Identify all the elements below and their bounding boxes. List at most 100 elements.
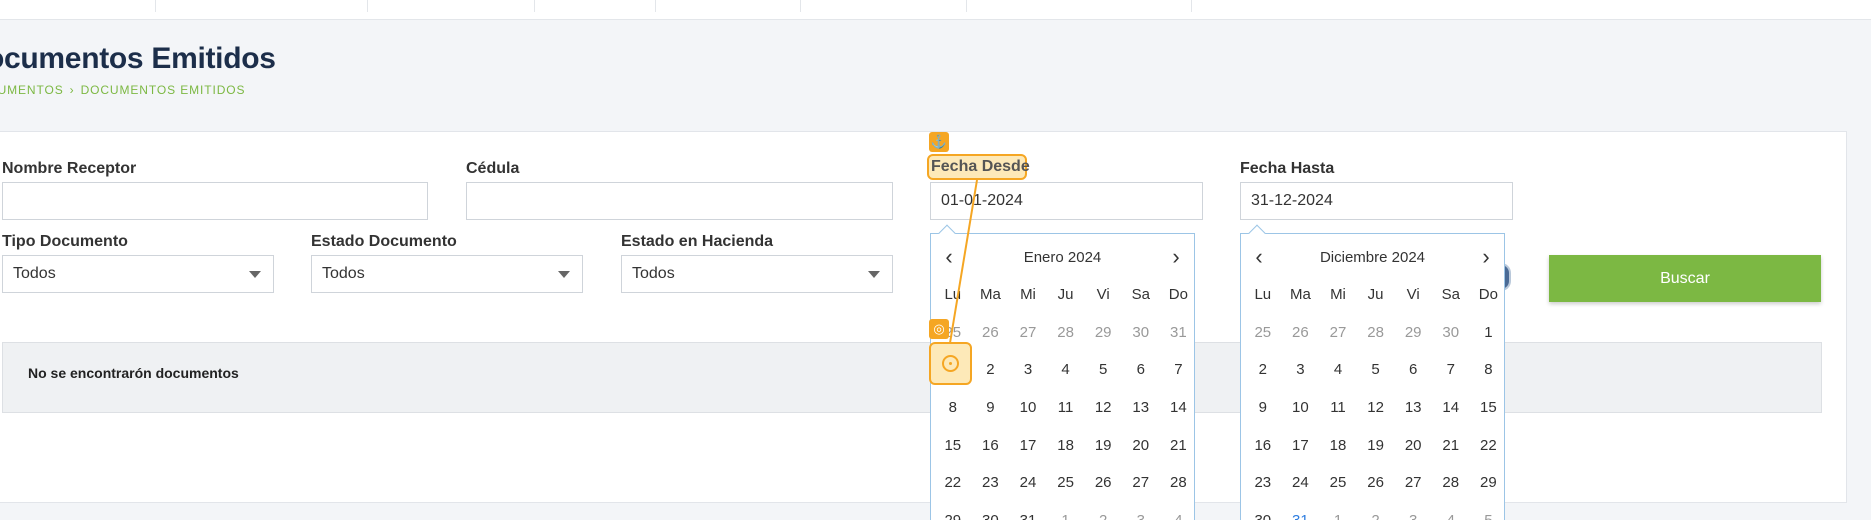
- calendar-day[interactable]: 9: [972, 389, 1010, 427]
- calendar-day[interactable]: 21: [1160, 427, 1198, 465]
- calendar-day[interactable]: 31: [1160, 314, 1198, 352]
- calendar-day[interactable]: 18: [1047, 427, 1085, 465]
- calendar-day[interactable]: 6: [1394, 351, 1432, 389]
- calendar-day[interactable]: 2: [1357, 502, 1395, 520]
- annotation-target-highlight[interactable]: [929, 342, 972, 385]
- calendar-day[interactable]: 25: [1047, 464, 1085, 502]
- calendar-day[interactable]: 3: [1282, 351, 1320, 389]
- calendar-day[interactable]: 26: [1282, 314, 1320, 352]
- chevron-left-icon[interactable]: ‹: [934, 244, 964, 272]
- annotation-source-highlight: Fecha Desde: [927, 154, 1030, 180]
- calendar-day[interactable]: 28: [1047, 314, 1085, 352]
- chevron-left-icon[interactable]: ‹: [1244, 244, 1274, 272]
- calendar-day[interactable]: 25: [1244, 314, 1282, 352]
- calendar-day[interactable]: 19: [1084, 427, 1122, 465]
- calendar-day[interactable]: 31: [1009, 502, 1047, 520]
- calendar-day[interactable]: 30: [1244, 502, 1282, 520]
- calendar-day[interactable]: 5: [1084, 351, 1122, 389]
- chevron-right-icon[interactable]: ›: [1161, 244, 1191, 272]
- calendar-day[interactable]: 23: [972, 464, 1010, 502]
- estado-documento-select[interactable]: Todos: [311, 255, 583, 293]
- calendar-day[interactable]: 4: [1319, 351, 1357, 389]
- calendar-day[interactable]: 27: [1122, 464, 1160, 502]
- calendar-day[interactable]: 3: [1009, 351, 1047, 389]
- calendar-day[interactable]: 31: [1282, 502, 1320, 520]
- calendar-day[interactable]: 14: [1160, 389, 1198, 427]
- calendar-day[interactable]: 19: [1357, 427, 1395, 465]
- nombre-receptor-input[interactable]: [2, 182, 428, 220]
- calendar-day[interactable]: 2: [1244, 351, 1282, 389]
- tipo-documento-select[interactable]: Todos: [2, 255, 274, 293]
- calendar-day[interactable]: 16: [1244, 427, 1282, 465]
- calendar-day[interactable]: 29: [1084, 314, 1122, 352]
- calendar-day[interactable]: 3: [1122, 502, 1160, 520]
- calendar-day[interactable]: 13: [1122, 389, 1160, 427]
- calendar-day[interactable]: 6: [1122, 351, 1160, 389]
- calendar-day[interactable]: 1: [1470, 314, 1508, 352]
- calendar-day[interactable]: 26: [1357, 464, 1395, 502]
- calendar-day[interactable]: 27: [1009, 314, 1047, 352]
- calendar-day[interactable]: 30: [1432, 314, 1470, 352]
- calendar-day[interactable]: 15: [934, 427, 972, 465]
- fecha-hasta-input[interactable]: 31-12-2024: [1240, 182, 1513, 220]
- calendar-day[interactable]: 1: [1047, 502, 1085, 520]
- calendar-day[interactable]: 15: [1470, 389, 1508, 427]
- cedula-input[interactable]: [466, 182, 893, 220]
- calendar-day[interactable]: 18: [1319, 427, 1357, 465]
- target-icon: ◎: [929, 319, 949, 339]
- calendar-day[interactable]: 30: [1122, 314, 1160, 352]
- buscar-button[interactable]: Buscar: [1549, 255, 1821, 302]
- calendar-day[interactable]: 13: [1394, 389, 1432, 427]
- calendar-day[interactable]: 9: [1244, 389, 1282, 427]
- chevron-right-icon[interactable]: ›: [1471, 244, 1501, 272]
- calendar-day[interactable]: 23: [1244, 464, 1282, 502]
- calendar-day[interactable]: 29: [1394, 314, 1432, 352]
- estado-hacienda-select[interactable]: Todos: [621, 255, 893, 293]
- breadcrumb-item-documentos[interactable]: CUMENTOS: [0, 83, 64, 97]
- calendar-day[interactable]: 5: [1470, 502, 1508, 520]
- calendar-day[interactable]: 28: [1357, 314, 1395, 352]
- calendar-day[interactable]: 4: [1160, 502, 1198, 520]
- calendar-day[interactable]: 17: [1282, 427, 1320, 465]
- calendar-day[interactable]: 4: [1432, 502, 1470, 520]
- calendar-day[interactable]: 3: [1394, 502, 1432, 520]
- calendar-day[interactable]: 12: [1357, 389, 1395, 427]
- calendar-day[interactable]: 2: [1084, 502, 1122, 520]
- calendar-day[interactable]: 1: [1319, 502, 1357, 520]
- calendar-day[interactable]: 28: [1160, 464, 1198, 502]
- calendar-day[interactable]: 25: [1319, 464, 1357, 502]
- calendar-day[interactable]: 14: [1432, 389, 1470, 427]
- calendar-week-row: 2345678: [1244, 351, 1507, 389]
- calendar-day[interactable]: 29: [934, 502, 972, 520]
- calendar-day[interactable]: 7: [1432, 351, 1470, 389]
- calendar-day[interactable]: 22: [934, 464, 972, 502]
- calendar-day[interactable]: 11: [1047, 389, 1085, 427]
- calendar-day[interactable]: 10: [1282, 389, 1320, 427]
- fecha-desde-input[interactable]: 01-01-2024: [930, 182, 1203, 220]
- calendar-day[interactable]: 8: [1470, 351, 1508, 389]
- calendar-day[interactable]: 20: [1122, 427, 1160, 465]
- calendar-day[interactable]: 27: [1319, 314, 1357, 352]
- calendar-day[interactable]: 24: [1282, 464, 1320, 502]
- calendar-day[interactable]: 24: [1009, 464, 1047, 502]
- calendar-day[interactable]: 11: [1319, 389, 1357, 427]
- calendar-day[interactable]: 30: [972, 502, 1010, 520]
- calendar-day[interactable]: 28: [1432, 464, 1470, 502]
- calendar-day[interactable]: 12: [1084, 389, 1122, 427]
- calendar-day[interactable]: 7: [1160, 351, 1198, 389]
- calendar-day[interactable]: 27: [1394, 464, 1432, 502]
- weekday-label: Lu: [944, 286, 962, 303]
- calendar-day[interactable]: 10: [1009, 389, 1047, 427]
- calendar-day[interactable]: 26: [1084, 464, 1122, 502]
- calendar-day[interactable]: 2: [972, 351, 1010, 389]
- calendar-day[interactable]: 17: [1009, 427, 1047, 465]
- calendar-day[interactable]: 29: [1470, 464, 1508, 502]
- calendar-day[interactable]: 22: [1470, 427, 1508, 465]
- calendar-day[interactable]: 20: [1394, 427, 1432, 465]
- calendar-day[interactable]: 16: [972, 427, 1010, 465]
- calendar-day[interactable]: 26: [972, 314, 1010, 352]
- calendar-day[interactable]: 4: [1047, 351, 1085, 389]
- calendar-day[interactable]: 21: [1432, 427, 1470, 465]
- calendar-day[interactable]: 8: [934, 389, 972, 427]
- calendar-day[interactable]: 5: [1357, 351, 1395, 389]
